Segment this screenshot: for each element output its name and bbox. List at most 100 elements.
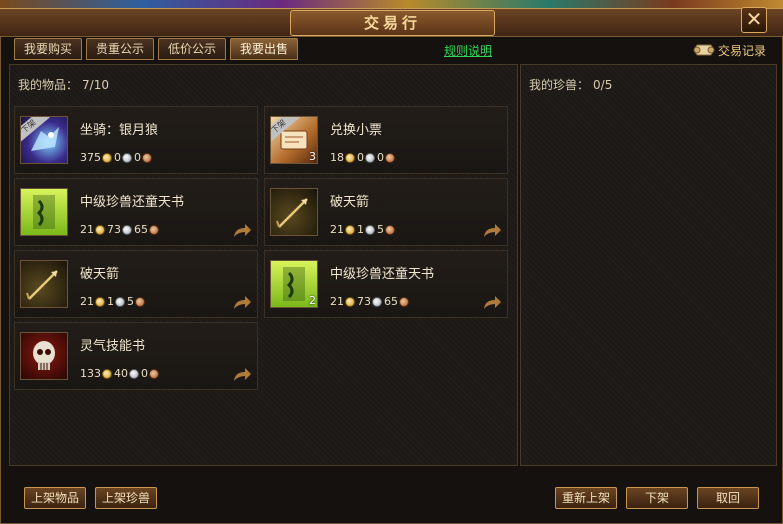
price-copper: 65	[384, 295, 398, 308]
price-silver: 73	[357, 295, 371, 308]
trade-records-label: 交易记录	[718, 43, 767, 58]
tab-bar: 我要购买 贵重公示 低价公示 我要出售	[14, 38, 299, 60]
item-quantity: 3	[309, 150, 316, 163]
price-gold: 21	[80, 223, 94, 236]
tab-buy[interactable]: 我要购买	[14, 38, 83, 60]
price-silver: 1	[107, 295, 114, 308]
gold-coin-icon	[345, 152, 355, 163]
rules-link[interactable]: 规则说明	[444, 42, 492, 59]
item-price: 21 73 65	[330, 295, 411, 308]
scroll-icon	[693, 44, 715, 56]
delist-button[interactable]: 下架	[626, 487, 688, 509]
item-quantity: 2	[309, 294, 316, 307]
copper-coin-icon	[385, 152, 395, 163]
item-card[interactable]: 下架 3 兑换小票 18 0 0	[264, 106, 508, 174]
price-gold: 21	[330, 295, 344, 308]
copper-coin-icon	[385, 224, 395, 235]
item-card[interactable]: 下架 坐骑：银月狼 375 0 0	[14, 106, 258, 174]
item-name: 灵气技能书	[80, 339, 146, 354]
share-arrow-icon[interactable]	[481, 293, 503, 311]
gold-coin-icon	[102, 368, 112, 379]
copper-coin-icon	[149, 368, 159, 379]
item-card[interactable]: 破天箭 21 1 5	[14, 250, 258, 318]
price-copper: 0	[134, 151, 141, 164]
arrow-icon	[20, 260, 68, 308]
item-card[interactable]: 中级珍兽还童天书 21 73 65	[14, 178, 258, 246]
skull-skill-book-icon	[20, 332, 68, 380]
item-card[interactable]: 破天箭 21 1 5	[264, 178, 508, 246]
price-silver: 0	[114, 151, 121, 164]
tab-valuable-notice[interactable]: 贵重公示	[86, 38, 155, 60]
price-silver: 0	[357, 151, 364, 164]
relist-button[interactable]: 重新上架	[555, 487, 618, 509]
window-title: 交易行	[290, 10, 495, 36]
silver-coin-icon	[115, 296, 125, 307]
item-name: 坐骑：银月狼	[80, 123, 159, 138]
price-silver: 40	[114, 367, 128, 380]
retrieve-button[interactable]: 取回	[697, 487, 759, 509]
item-price: 21 1 5	[330, 223, 397, 236]
close-button[interactable]: ✕	[741, 7, 767, 33]
silver-coin-icon	[372, 296, 382, 307]
item-name: 兑换小票	[330, 123, 383, 138]
price-copper: 5	[127, 295, 134, 308]
item-price: 21 1 5	[80, 295, 147, 308]
silver-coin-icon	[365, 224, 375, 235]
price-silver: 73	[107, 223, 121, 236]
silver-coin-icon	[129, 368, 139, 379]
share-arrow-icon[interactable]	[231, 221, 253, 239]
item-card[interactable]: 灵气技能书 133 40 0	[14, 322, 258, 390]
item-price: 21 73 65	[80, 223, 161, 236]
silver-coin-icon	[365, 152, 375, 163]
my-pets-panel: 我的珍兽： 0/5	[520, 64, 777, 466]
price-copper: 5	[377, 223, 384, 236]
price-copper: 0	[377, 151, 384, 164]
gold-coin-icon	[345, 296, 355, 307]
share-arrow-icon[interactable]	[481, 221, 503, 239]
my-items-count: 7/10	[82, 78, 109, 92]
gold-coin-icon	[102, 152, 112, 163]
arrow-icon	[270, 188, 318, 236]
my-pets-count: 0/5	[593, 78, 613, 92]
green-scroll-icon: 2	[270, 260, 318, 308]
item-price: 375 0 0	[80, 151, 154, 164]
share-arrow-icon[interactable]	[231, 293, 253, 311]
gold-coin-icon	[95, 296, 105, 307]
price-copper: 0	[141, 367, 148, 380]
my-items-label: 我的物品：	[18, 78, 79, 92]
item-name: 破天箭	[330, 195, 370, 210]
trade-records-link[interactable]: 交易记录	[693, 40, 766, 60]
share-arrow-icon[interactable]	[231, 365, 253, 383]
tab-low-price-notice[interactable]: 低价公示	[158, 38, 227, 60]
silver-coin-icon	[122, 224, 132, 235]
gold-coin-icon	[95, 224, 105, 235]
copper-coin-icon	[149, 224, 159, 235]
price-gold: 18	[330, 151, 344, 164]
my-items-header: 我的物品： 7/10	[18, 76, 109, 93]
copper-coin-icon	[135, 296, 145, 307]
item-card[interactable]: 2 中级珍兽还童天书 21 73 65	[264, 250, 508, 318]
item-name: 中级珍兽还童天书	[80, 195, 185, 210]
list-item-button[interactable]: 上架物品	[24, 487, 87, 509]
copper-coin-icon	[142, 152, 152, 163]
price-copper: 65	[134, 223, 148, 236]
copper-coin-icon	[399, 296, 409, 307]
my-pets-label: 我的珍兽：	[529, 78, 590, 92]
silver-coin-icon	[122, 152, 132, 163]
silver-moon-wolf-mount-icon: 下架	[20, 116, 68, 164]
item-price: 18 0 0	[330, 151, 397, 164]
item-name: 破天箭	[80, 267, 120, 282]
green-scroll-icon	[20, 188, 68, 236]
list-pet-button[interactable]: 上架珍兽	[95, 487, 158, 509]
price-gold: 21	[80, 295, 94, 308]
price-gold: 21	[330, 223, 344, 236]
my-pets-header: 我的珍兽： 0/5	[529, 76, 612, 93]
price-gold: 133	[80, 367, 101, 380]
item-name: 中级珍兽还童天书	[330, 267, 435, 282]
tab-sell[interactable]: 我要出售	[230, 38, 299, 60]
price-gold: 375	[80, 151, 101, 164]
price-silver: 1	[357, 223, 364, 236]
exchange-ticket-icon: 下架 3	[270, 116, 318, 164]
item-price: 133 40 0	[80, 367, 161, 380]
gold-coin-icon	[345, 224, 355, 235]
